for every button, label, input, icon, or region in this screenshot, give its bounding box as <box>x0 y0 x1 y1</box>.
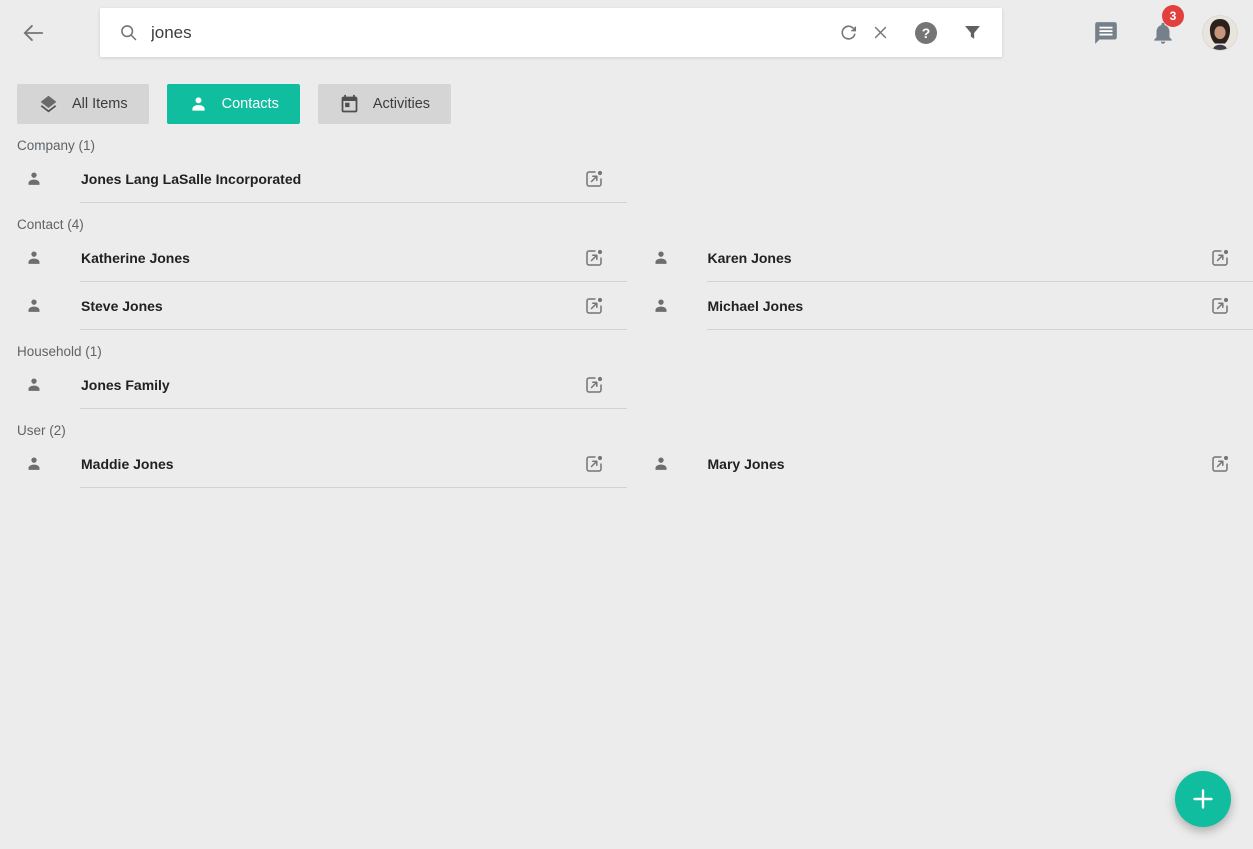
open-record-button[interactable] <box>583 453 605 475</box>
person-icon <box>188 94 209 115</box>
open-record-button[interactable] <box>1209 247 1231 269</box>
clear-search-button[interactable] <box>868 21 892 45</box>
search-result-row[interactable]: Mary Jones <box>627 440 1253 488</box>
person-icon <box>24 169 44 189</box>
person-icon <box>24 454 44 474</box>
open-in-new-dot-icon <box>1209 453 1231 475</box>
person-icon <box>24 296 44 316</box>
plus-icon <box>1191 787 1215 811</box>
result-name: Maddie Jones <box>81 456 174 472</box>
user-avatar[interactable] <box>1203 16 1237 50</box>
refresh-icon <box>839 23 858 42</box>
person-icon <box>24 375 44 395</box>
section-header: Company (1) <box>17 138 1253 154</box>
chip-label: Contacts <box>222 96 279 112</box>
person-icon <box>651 296 671 316</box>
search-result-row[interactable]: Michael Jones <box>627 282 1253 330</box>
back-button[interactable] <box>16 16 50 50</box>
result-name: Katherine Jones <box>81 250 190 266</box>
open-record-button[interactable] <box>583 168 605 190</box>
chip-label: Activities <box>373 96 430 112</box>
result-section: Contact (4) Katherine Jones <box>0 217 1253 330</box>
filter-funnel-icon <box>962 22 983 43</box>
help-icon: ? <box>915 22 937 44</box>
help-button[interactable]: ? <box>914 21 938 45</box>
filter-button[interactable] <box>960 21 984 45</box>
search-results: Company (1) Jones Lang LaSalle Incorpora… <box>0 138 1253 488</box>
search-result-row[interactable]: Jones Lang LaSalle Incorporated <box>0 155 627 203</box>
open-record-button[interactable] <box>1209 453 1231 475</box>
section-grid: Jones Lang LaSalle Incorporated <box>0 155 1253 203</box>
result-name: Karen Jones <box>708 250 792 266</box>
top-right-actions: 3 <box>1093 16 1237 50</box>
open-in-new-dot-icon <box>583 247 605 269</box>
search-result-row[interactable]: Katherine Jones <box>0 234 627 282</box>
open-in-new-dot-icon <box>583 295 605 317</box>
notification-count-badge: 3 <box>1162 5 1184 27</box>
section-header: Household (1) <box>17 344 1253 360</box>
section-header: User (2) <box>17 423 1253 439</box>
layers-icon <box>38 94 59 115</box>
search-actions: ? <box>836 21 984 45</box>
search-result-row[interactable]: Steve Jones <box>0 282 627 330</box>
open-record-button[interactable] <box>583 374 605 396</box>
section-grid: Maddie Jones Mary Jones <box>0 440 1253 488</box>
result-name: Jones Lang LaSalle Incorporated <box>81 171 301 187</box>
result-section: User (2) Maddie Jones <box>0 423 1253 488</box>
open-record-button[interactable] <box>583 295 605 317</box>
result-name: Steve Jones <box>81 298 163 314</box>
result-name: Jones Family <box>81 377 170 393</box>
close-icon <box>872 24 889 41</box>
filter-chips: All Items Contacts Activities <box>17 84 1253 124</box>
top-bar: ? <box>0 0 1253 65</box>
result-section: Household (1) Jones Family <box>0 344 1253 409</box>
chip-contacts[interactable]: Contacts <box>167 84 300 124</box>
arrow-back-icon <box>20 20 46 46</box>
avatar-photo <box>1203 16 1237 50</box>
open-record-button[interactable] <box>583 247 605 269</box>
open-in-new-dot-icon <box>1209 295 1231 317</box>
section-grid: Katherine Jones Karen Jones <box>0 234 1253 330</box>
result-section: Company (1) Jones Lang LaSalle Incorpora… <box>0 138 1253 203</box>
section-header: Contact (4) <box>17 217 1253 233</box>
chat-bubble-icon <box>1093 20 1119 46</box>
open-in-new-dot-icon <box>583 168 605 190</box>
result-name: Michael Jones <box>708 298 804 314</box>
search-result-row[interactable]: Jones Family <box>0 361 627 409</box>
person-icon <box>24 248 44 268</box>
result-name: Mary Jones <box>708 456 785 472</box>
section-grid: Jones Family <box>0 361 1253 409</box>
open-record-button[interactable] <box>1209 295 1231 317</box>
search-result-row[interactable]: Maddie Jones <box>0 440 627 488</box>
chip-activities[interactable]: Activities <box>318 84 451 124</box>
chip-label: All Items <box>72 96 128 112</box>
search-icon <box>118 22 139 43</box>
refresh-button[interactable] <box>836 21 860 45</box>
notifications-button[interactable]: 3 <box>1150 20 1176 46</box>
search-bar: ? <box>100 8 1002 57</box>
chip-all-items[interactable]: All Items <box>17 84 149 124</box>
messages-button[interactable] <box>1093 20 1119 46</box>
person-icon <box>651 248 671 268</box>
open-in-new-dot-icon <box>1209 247 1231 269</box>
open-in-new-dot-icon <box>583 453 605 475</box>
search-result-row[interactable]: Karen Jones <box>627 234 1253 282</box>
person-icon <box>651 454 671 474</box>
open-in-new-dot-icon <box>583 374 605 396</box>
calendar-icon <box>339 94 360 115</box>
add-button[interactable] <box>1175 771 1231 827</box>
search-input[interactable] <box>151 8 836 57</box>
